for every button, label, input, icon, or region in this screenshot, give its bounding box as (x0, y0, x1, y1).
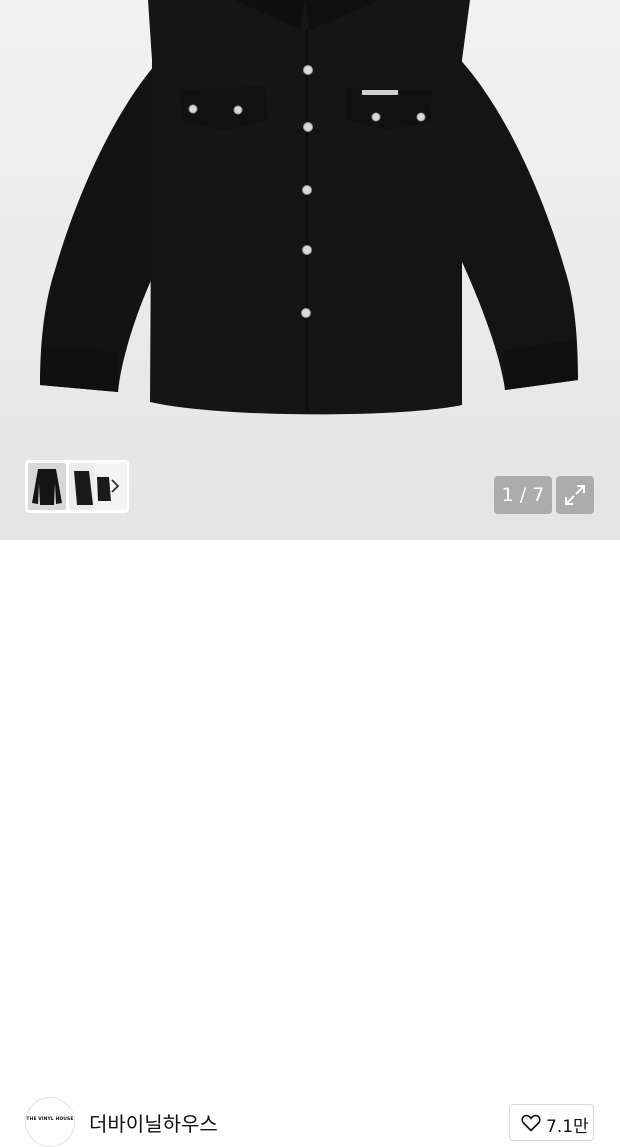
product-image (40, 0, 578, 415)
thumbnail-shirt-image (74, 471, 93, 505)
heart-icon (521, 1114, 541, 1132)
chevron-right-icon[interactable] (108, 476, 122, 496)
like-button[interactable]: 7.1만 (509, 1104, 594, 1141)
like-count: 7.1만 (546, 1117, 589, 1137)
shop-logo-text: THE VINYL HOUSE (26, 1117, 74, 1122)
shop-avatar[interactable]: THE VINYL HOUSE (25, 1097, 75, 1147)
shop-name[interactable]: 더바이닐하우스 (89, 1108, 218, 1137)
thumbnail-shirt-image (32, 469, 62, 505)
thumbnail-1[interactable] (28, 463, 66, 510)
expand-button[interactable] (556, 476, 594, 514)
product-image-area[interactable]: 1 / 7 (0, 0, 620, 540)
thumbnail-strip[interactable] (25, 460, 129, 513)
expand-icon (565, 485, 585, 505)
image-counter: 1 / 7 (494, 476, 552, 514)
shop-bar: THE VINYL HOUSE 더바이닐하우스 7.1만 (0, 540, 620, 1147)
